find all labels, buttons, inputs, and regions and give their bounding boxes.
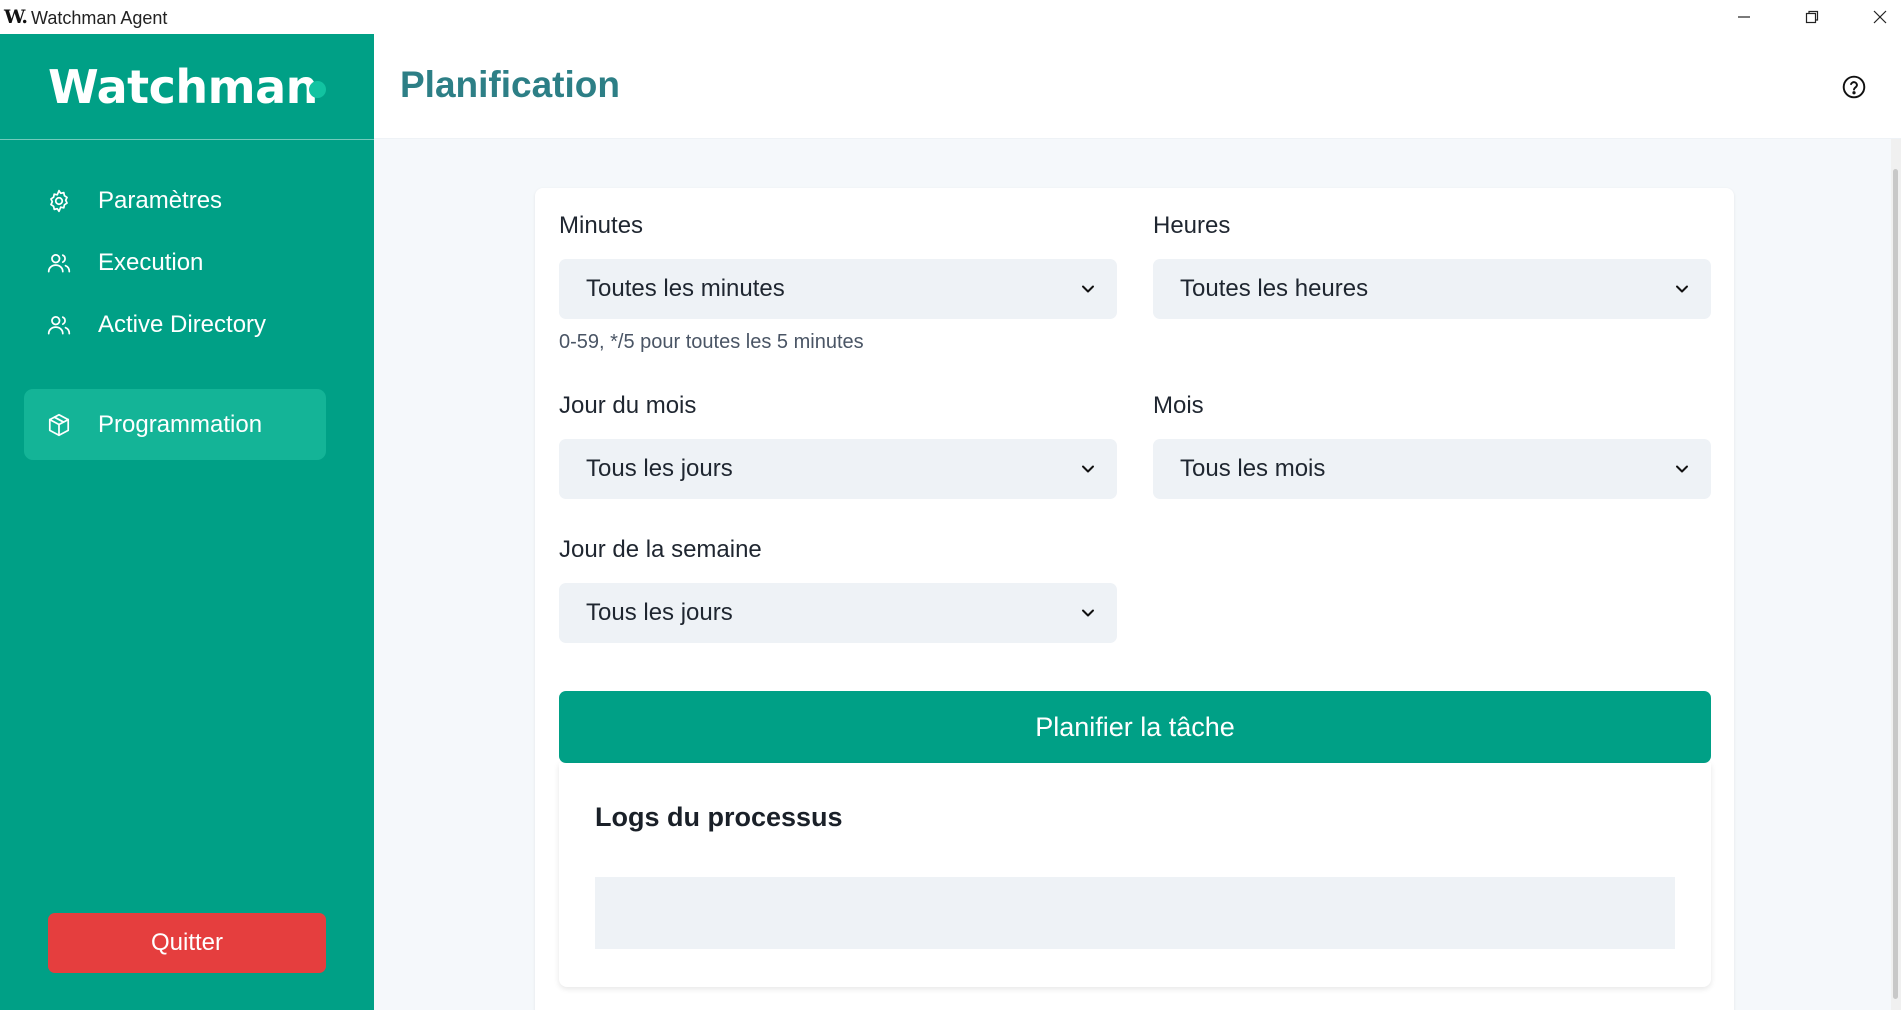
app-logo: W. — [4, 6, 28, 28]
page-header: Planification — [374, 34, 1901, 139]
gear-icon — [46, 188, 72, 214]
sidebar-item-active-directory[interactable]: Active Directory — [24, 289, 326, 360]
month-select[interactable]: Tous les mois — [1153, 439, 1711, 499]
chevron-down-icon — [1082, 465, 1094, 473]
chevron-down-icon — [1676, 465, 1688, 473]
day-of-week-label: Jour de la semaine — [559, 536, 762, 563]
minutes-select-value: Toutes les minutes — [586, 275, 785, 302]
help-button[interactable] — [1840, 73, 1868, 101]
minimize-button[interactable] — [1711, 0, 1777, 34]
month-select-value: Tous les mois — [1180, 455, 1326, 482]
restore-button[interactable] — [1779, 0, 1845, 34]
restore-icon — [1805, 10, 1819, 24]
brand-logo: Watchman — [48, 60, 318, 114]
sidebar-item-parametres[interactable]: Paramètres — [24, 165, 326, 236]
day-of-week-select[interactable]: Tous les jours — [559, 583, 1117, 643]
logs-panel: Logs du processus — [559, 763, 1711, 987]
logs-title: Logs du processus — [595, 802, 843, 832]
chevron-down-icon — [1082, 609, 1094, 617]
main-content: Minutes Toutes les minutes 0-59, */5 pou… — [374, 139, 1901, 1010]
minutes-label: Minutes — [559, 212, 644, 239]
month-label: Mois — [1153, 392, 1204, 419]
hours-select[interactable]: Toutes les heures — [1153, 259, 1711, 319]
cube-icon — [46, 412, 72, 438]
schedule-task-button[interactable]: Planifier la tâche — [559, 691, 1711, 763]
scrollbar[interactable] — [1891, 139, 1901, 1010]
quit-button[interactable]: Quitter — [48, 913, 326, 973]
sidebar-item-label: Active Directory — [98, 310, 267, 338]
sidebar-item-label: Programmation — [98, 410, 263, 438]
minutes-hint: 0-59, */5 pour toutes les 5 minutes — [559, 331, 864, 353]
close-button[interactable] — [1847, 0, 1901, 34]
day-of-week-select-value: Tous les jours — [586, 599, 733, 626]
day-of-month-label: Jour du mois — [559, 392, 697, 419]
sidebar-item-execution[interactable]: Execution — [24, 227, 326, 298]
scrollbar-thumb[interactable] — [1893, 169, 1898, 999]
logs-output — [595, 877, 1675, 949]
window-titlebar: W. Watchman Agent — [0, 0, 1901, 34]
sidebar-item-label: Paramètres — [98, 186, 223, 214]
window-title: Watchman Agent — [31, 8, 168, 28]
users-icon — [46, 250, 72, 276]
chevron-down-icon — [1676, 285, 1688, 293]
sidebar-item-programmation[interactable]: Programmation — [24, 389, 326, 460]
day-of-month-select-value: Tous les jours — [586, 455, 733, 482]
brand-dot — [309, 81, 326, 98]
sidebar: Watchman Paramètres Execution Active Dir… — [0, 34, 374, 1010]
help-circle-icon — [1842, 75, 1866, 99]
hours-label: Heures — [1153, 212, 1231, 239]
page-title: Planification — [400, 64, 620, 105]
schedule-card: Minutes Toutes les minutes 0-59, */5 pou… — [535, 188, 1734, 1010]
day-of-month-select[interactable]: Tous les jours — [559, 439, 1117, 499]
sidebar-item-label: Execution — [98, 248, 204, 276]
users-icon — [46, 312, 72, 338]
chevron-down-icon — [1082, 285, 1094, 293]
sidebar-divider — [0, 139, 374, 140]
minimize-icon — [1738, 16, 1750, 18]
minutes-select[interactable]: Toutes les minutes — [559, 259, 1117, 319]
hours-select-value: Toutes les heures — [1180, 275, 1369, 302]
close-icon — [1873, 10, 1887, 24]
